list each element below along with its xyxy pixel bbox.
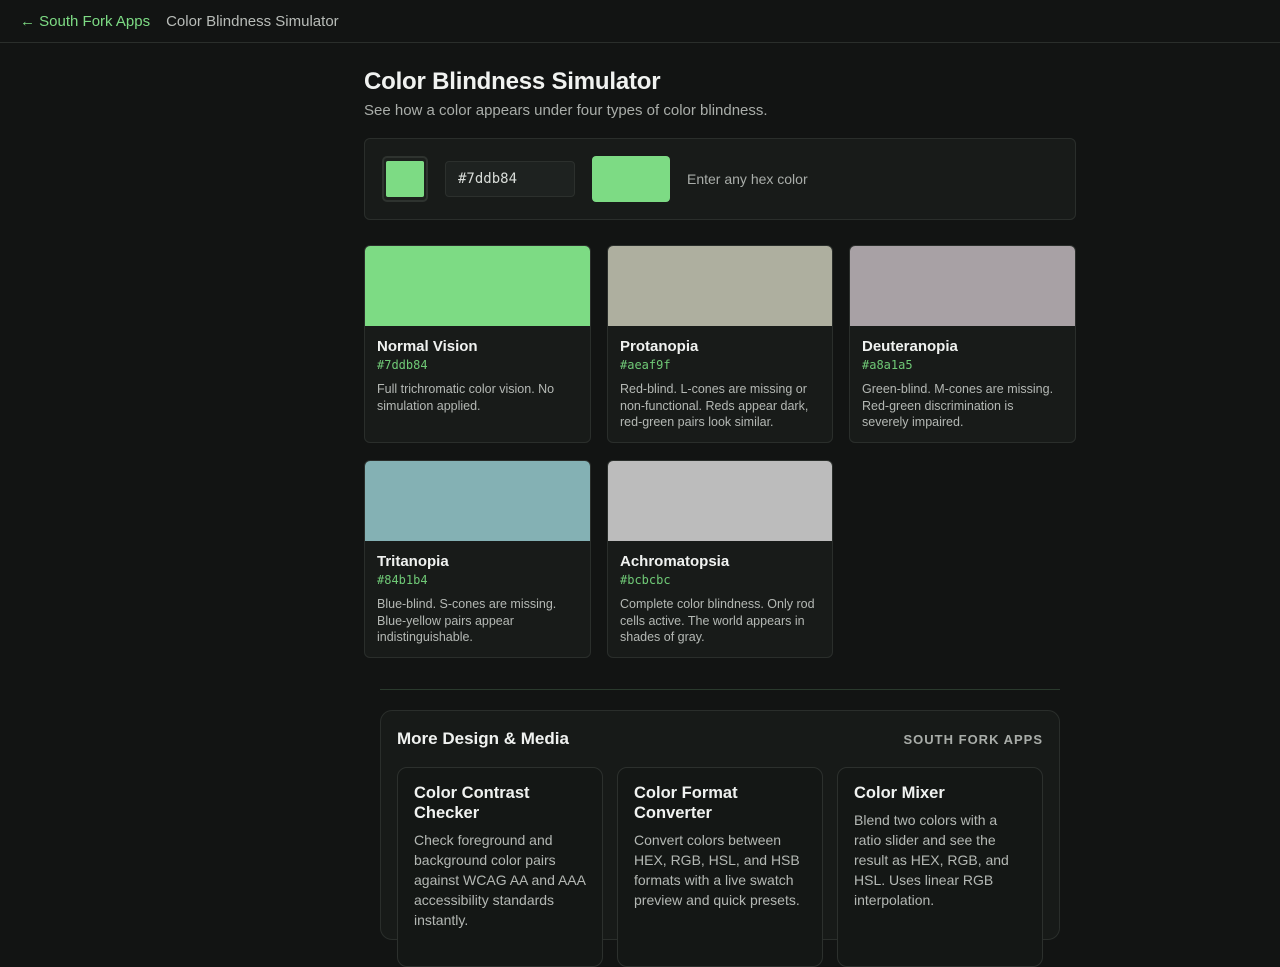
card-hex-value: #a8a1a5	[862, 358, 913, 372]
top-bar: ← South Fork Apps Color Blindness Simula…	[0, 0, 1280, 43]
card-description: Blue-blind. S-cones are missing. Blue-ye…	[377, 597, 557, 644]
more-apps-brand-link[interactable]: SOUTH FORK APPS	[904, 732, 1043, 747]
page-title: Color Blindness Simulator	[364, 68, 661, 95]
tool-description: Check foreground and background color pa…	[414, 832, 586, 928]
card-title: Deuteranopia	[862, 338, 958, 355]
page-subtitle: See how a color appears under four types…	[364, 102, 768, 119]
preview-swatch	[592, 156, 670, 202]
card-hex-value: #84b1b4	[377, 573, 428, 587]
simulation-swatch	[608, 246, 832, 326]
main-content: Color Blindness Simulator See how a colo…	[364, 43, 1076, 658]
tool-title: Color Format Converter	[634, 784, 738, 822]
more-apps-panel: More Design & Media SOUTH FORK APPS Colo…	[380, 710, 1060, 967]
back-to-south-fork-apps-link[interactable]: ← South Fork Apps	[20, 13, 150, 30]
simulation-swatch	[608, 461, 832, 541]
card-title: Achromatopsia	[620, 553, 730, 570]
more-apps-title: More Design & Media	[397, 729, 569, 748]
card-hex-value: #bcbcbc	[620, 573, 671, 587]
card-description: Red-blind. L-cones are missing or non-fu…	[620, 382, 809, 429]
simulation-swatch	[365, 246, 590, 326]
card-description: Green-blind. M-cones are missing. Red-gr…	[862, 382, 1054, 429]
section-divider	[380, 689, 1060, 690]
simulation-swatch	[850, 246, 1075, 326]
tool-description: Blend two colors with a ratio slider and…	[854, 812, 1009, 908]
tool-description: Convert colors between HEX, RGB, HSL, an…	[634, 832, 800, 908]
simulation-card-achromatopsia: Achromatopsia #bcbcbc Complete color bli…	[607, 460, 833, 658]
tool-card-color-contrast-checker[interactable]: Color Contrast Checker Check foreground …	[397, 767, 603, 967]
tool-card-color-format-converter[interactable]: Color Format Converter Convert colors be…	[617, 767, 823, 967]
hex-color-input[interactable]	[445, 161, 575, 197]
card-hex-value: #7ddb84	[377, 358, 428, 372]
color-picker-panel: Enter any hex color	[364, 138, 1076, 220]
tool-title: Color Mixer	[854, 784, 945, 802]
card-title: Tritanopia	[377, 553, 449, 570]
simulation-grid: Normal Vision #7ddb84 Full trichromatic …	[364, 245, 1076, 658]
hex-hint-text: Enter any hex color	[687, 171, 808, 187]
card-description: Complete color blindness. Only rod cells…	[620, 597, 815, 644]
simulation-card-deuteranopia: Deuteranopia #a8a1a5 Green-blind. M-cone…	[849, 245, 1076, 443]
breadcrumb-current: Color Blindness Simulator	[166, 12, 339, 30]
tool-card-color-mixer[interactable]: Color Mixer Blend two colors with a rati…	[837, 767, 1043, 967]
card-hex-value: #aeaf9f	[620, 358, 671, 372]
color-well-button[interactable]	[382, 156, 428, 202]
card-title: Protanopia	[620, 338, 699, 355]
simulation-card-tritanopia: Tritanopia #84b1b4 Blue-blind. S-cones a…	[364, 460, 591, 658]
simulation-swatch	[365, 461, 590, 541]
simulation-card-protanopia: Protanopia #aeaf9f Red-blind. L-cones ar…	[607, 245, 833, 443]
tool-title: Color Contrast Checker	[414, 784, 530, 822]
card-title: Normal Vision	[377, 338, 478, 355]
simulation-card-normal-vision: Normal Vision #7ddb84 Full trichromatic …	[364, 245, 591, 443]
color-well-swatch	[386, 161, 424, 197]
card-description: Full trichromatic color vision. No simul…	[377, 382, 555, 413]
